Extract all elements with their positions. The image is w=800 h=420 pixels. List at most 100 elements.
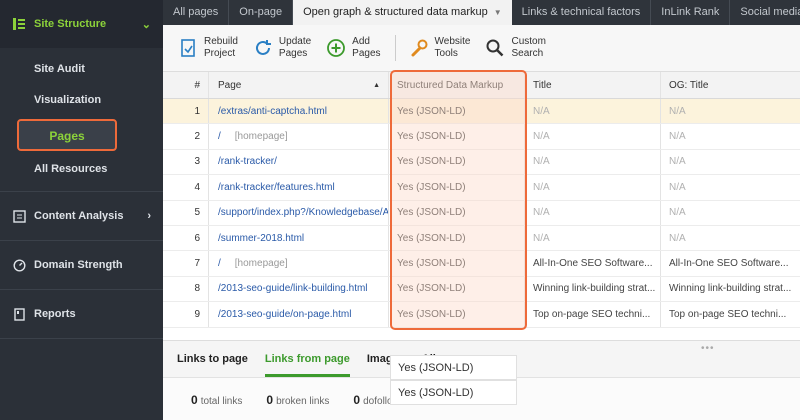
row-number: 7: [163, 251, 209, 276]
row-number: 2: [163, 124, 209, 149]
page-url: /support/index.php?/Knowledgebase/Ar: [218, 207, 389, 219]
refresh-icon: [252, 37, 274, 59]
sidebar-item-content-analysis[interactable]: Content Analysis ›: [0, 192, 163, 240]
page-url-link[interactable]: /2013-seo-guide/on-page.html: [209, 302, 389, 327]
page-url-link[interactable]: /2013-seo-guide/link-building.html: [209, 276, 389, 302]
tab-links-to-page[interactable]: Links to page: [177, 341, 248, 377]
title-cell: N/A: [525, 225, 661, 251]
chevron-right-icon: ›: [147, 210, 151, 222]
page-url-link[interactable]: /summer-2018.html: [209, 225, 389, 251]
tab-open-graph[interactable]: Open graph & structured data markup ▼: [293, 0, 512, 25]
structured-data-cell: Yes (JSON-LD): [389, 175, 525, 200]
tab-links-technical[interactable]: Links & technical factors: [512, 0, 652, 25]
column-header-og-title[interactable]: OG: Title: [661, 72, 800, 98]
row-number: 1: [163, 99, 209, 124]
og-title-cell: N/A: [669, 181, 686, 193]
table-row[interactable]: 5/support/index.php?/Knowledgebase/Ar Yes…: [163, 200, 800, 226]
stat-value: 0: [191, 392, 198, 407]
homepage-tag: [homepage]: [234, 258, 288, 270]
site-structure-icon: [12, 17, 26, 31]
page-url-link[interactable]: / [homepage]: [209, 251, 389, 276]
content-analysis-icon: [12, 209, 26, 223]
table-row[interactable]: 9/2013-seo-guide/on-page.html Yes (JSON-L…: [163, 302, 800, 328]
og-title-cell: N/A: [669, 105, 686, 117]
overflow-cell: Yes (JSON-LD): [390, 380, 517, 405]
og-title-cell: Top on-page SEO techni...: [669, 308, 787, 320]
sidebar-item-reports[interactable]: Reports: [0, 290, 163, 338]
toolbar: Rebuild Project Update Pages Add Pages W…: [163, 25, 800, 72]
resize-handle[interactable]: •••: [701, 343, 715, 354]
title-cell: N/A: [525, 124, 661, 149]
og-title-cell: N/A: [669, 207, 686, 219]
tab-bar: All pages On-page Open graph & structure…: [163, 0, 800, 25]
og-title-cell: N/A: [669, 131, 686, 143]
website-tools-label: Website Tools: [434, 36, 471, 59]
tab-links-from-page[interactable]: Links from page: [264, 341, 350, 377]
row-number: 4: [163, 175, 209, 200]
toolbar-divider: [394, 35, 396, 61]
page-url-link[interactable]: /rank-tracker/: [209, 149, 389, 175]
divider: [0, 338, 163, 339]
sidebar-item-domain-strength[interactable]: Domain Strength: [0, 241, 163, 289]
column-header-label: Page: [218, 79, 242, 91]
table-row[interactable]: 8/2013-seo-guide/link-building.html Yes (…: [163, 276, 800, 303]
rebuild-project-button[interactable]: Rebuild Project: [177, 36, 238, 60]
update-pages-button[interactable]: Update Pages: [252, 36, 311, 60]
reports-icon: [12, 307, 26, 321]
sidebar-item-label: Domain Strength: [34, 259, 123, 271]
title-cell: Winning link-building strat...: [525, 276, 661, 302]
page-url: /2013-seo-guide/link-building.html: [218, 283, 368, 295]
plus-circle-icon: [325, 37, 347, 59]
table-row[interactable]: 3/rank-tracker/Yes (JSON-LD) N/A N/A: [163, 149, 800, 176]
row-number: 9: [163, 302, 209, 327]
sort-ascending-icon: ▲: [373, 81, 380, 89]
table-row[interactable]: 2/[homepage] Yes (JSON-LD) N/A N/A: [163, 124, 800, 150]
table-row[interactable]: 6/summer-2018.html Yes (JSON-LD) N/A N/A: [163, 225, 800, 252]
tab-all-pages[interactable]: All pages: [163, 0, 230, 25]
add-pages-button[interactable]: Add Pages: [325, 36, 381, 60]
tab-label: Open graph & structured data markup: [303, 6, 488, 18]
pages-table: # Page ▲ Structured Data Markup Title OG…: [163, 72, 800, 340]
og-title-cell: Winning link-building strat...: [669, 283, 792, 295]
column-header-title[interactable]: Title: [525, 72, 661, 98]
page-url-link[interactable]: /support/index.php?/Knowledgebase/Ar: [209, 200, 389, 225]
tab-on-page[interactable]: On-page: [229, 0, 294, 25]
table-row[interactable]: 1/extras/anti-captcha.html Yes (JSON-LD) N…: [163, 99, 800, 125]
sidebar-item-all-resources[interactable]: All Resources: [0, 154, 163, 185]
structured-data-cell: Yes (JSON-LD): [389, 200, 525, 225]
title-cell: All-In-One SEO Software...: [525, 251, 661, 276]
page-url-link[interactable]: /extras/anti-captcha.html: [209, 99, 389, 124]
sidebar-item-visualization[interactable]: Visualization: [0, 85, 163, 116]
table-row[interactable]: 7/[homepage] Yes (JSON-LD) All-In-One SEO …: [163, 251, 800, 277]
stat-label: total links: [200, 395, 243, 407]
structured-data-cell: Yes (JSON-LD): [389, 99, 525, 124]
tab-inlink-rank[interactable]: InLink Rank: [651, 0, 731, 25]
row-number: 8: [163, 276, 209, 302]
column-header-number[interactable]: #: [163, 72, 209, 98]
title-cell: N/A: [525, 99, 661, 124]
sidebar-item-label: Reports: [34, 308, 76, 320]
sidebar-submenu: Site Audit Visualization Pages All Resou…: [0, 54, 163, 185]
title-cell: N/A: [525, 200, 661, 225]
sidebar-item-site-structure[interactable]: Site Structure ⌄: [0, 0, 163, 48]
custom-search-button[interactable]: Custom Search: [484, 36, 546, 60]
stat-value: 0: [353, 392, 361, 407]
row-number: 5: [163, 200, 209, 225]
page-url-link[interactable]: /rank-tracker/features.html: [209, 175, 389, 200]
table-row[interactable]: 4/rank-tracker/features.html Yes (JSON-LD…: [163, 175, 800, 201]
page-url-link[interactable]: / [homepage]: [209, 124, 389, 149]
column-header-page[interactable]: Page ▲: [209, 72, 389, 98]
sidebar-item-pages[interactable]: Pages: [17, 119, 117, 151]
sidebar-item-label: Site Structure: [34, 18, 107, 30]
tab-social-media[interactable]: Social media: [730, 0, 800, 25]
row-number: 6: [163, 225, 209, 251]
sidebar-item-site-audit[interactable]: Site Audit: [0, 54, 163, 85]
rebuild-label: Rebuild Project: [204, 36, 238, 59]
website-tools-button[interactable]: Website Tools: [408, 36, 471, 60]
custom-search-label: Custom Search: [511, 36, 546, 59]
column-header-structured-data-markup[interactable]: Structured Data Markup: [389, 72, 525, 98]
homepage-tag: [homepage]: [234, 131, 288, 143]
structured-data-cell: Yes (JSON-LD): [389, 276, 525, 302]
wrench-icon: [408, 37, 430, 59]
update-label: Update Pages: [278, 36, 312, 59]
